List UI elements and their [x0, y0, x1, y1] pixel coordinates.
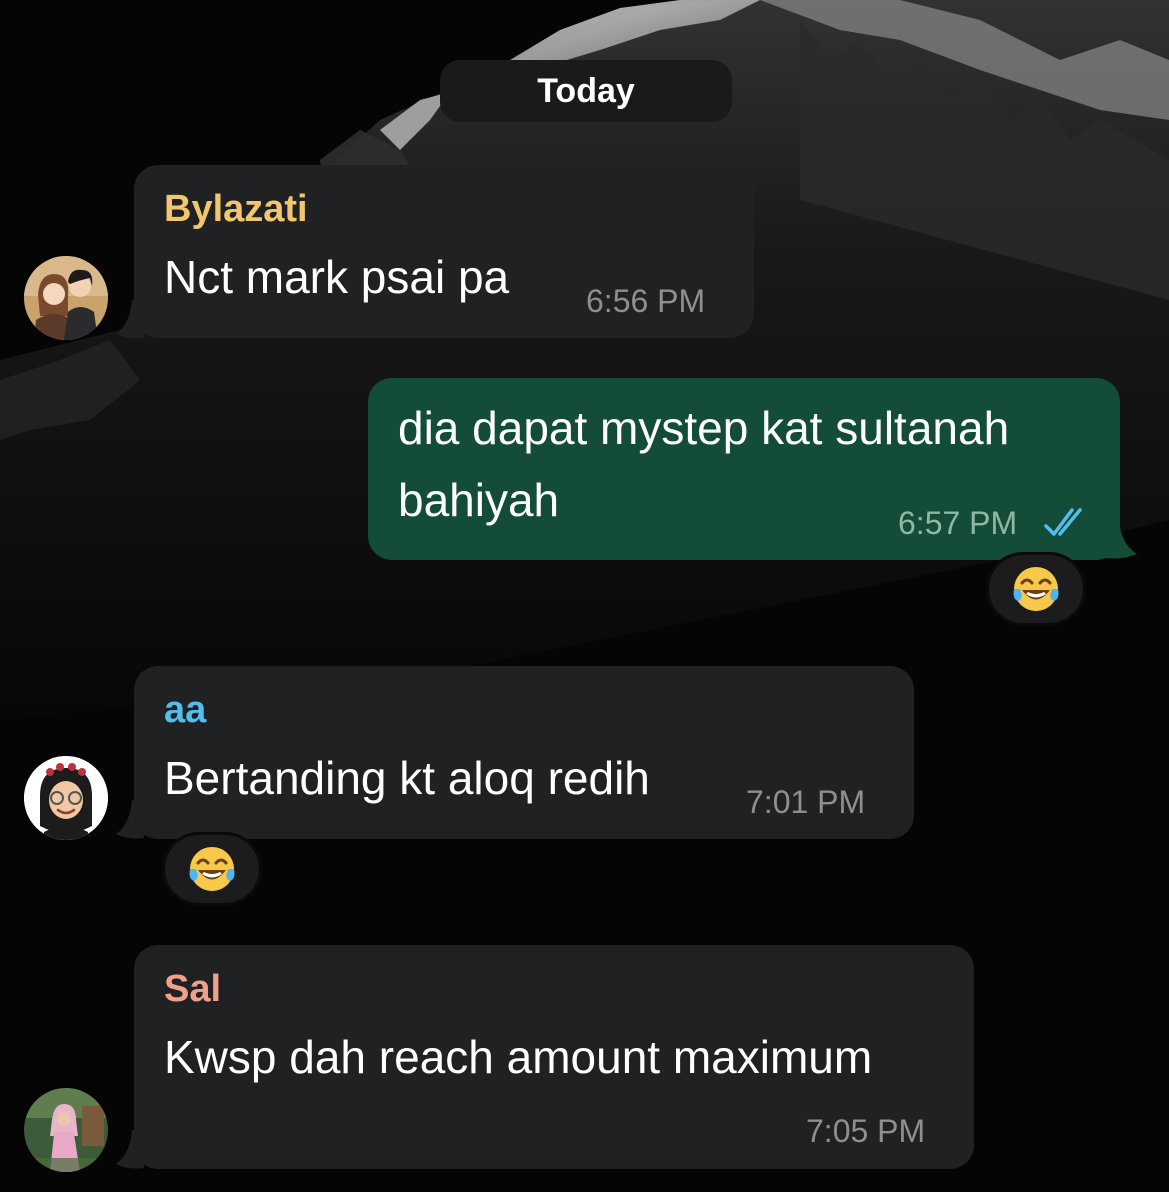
profile-photo-couple-illustration-icon [24, 256, 108, 340]
sender-name[interactable]: Sal [164, 967, 221, 1011]
message-bubble-incoming[interactable]: Bylazati Nct mark psai pa 6:56 PM [134, 165, 754, 338]
message-time: 7:01 PM [746, 784, 866, 820]
message-text-line-1: dia dapat mystep kat sultanah [398, 402, 1010, 454]
profile-photo-person-icon [24, 1088, 108, 1172]
message-time: 6:57 PM [898, 505, 1018, 541]
profile-memoji-glasses-icon [24, 756, 108, 840]
message-bubble-incoming[interactable]: Sal Kwsp dah reach amount maximum 7:05 P… [134, 945, 974, 1169]
double-check-read-icon [1044, 508, 1082, 536]
message-text: Bertanding kt aloq redih [164, 752, 650, 804]
message-text: Kwsp dah reach amount maximum [164, 1031, 873, 1083]
reaction-badge[interactable] [986, 552, 1086, 626]
face-with-tears-of-joy-icon [189, 847, 235, 891]
face-with-tears-of-joy-icon [1013, 567, 1059, 611]
reaction-badge[interactable] [162, 832, 262, 906]
date-separator: Today [440, 60, 732, 122]
sender-name[interactable]: Bylazati [164, 187, 308, 231]
message-text: Nct mark psai pa [164, 251, 510, 303]
avatar-aa[interactable] [24, 756, 108, 840]
message-time: 7:05 PM [806, 1113, 926, 1149]
message-time: 6:56 PM [586, 283, 706, 319]
chat-screen: Today Bylazati Nct mark psai pa 6:56 PM … [0, 0, 1169, 1192]
message-bubble-outgoing[interactable]: dia dapat mystep kat sultanah bahiyah 6:… [368, 378, 1120, 560]
sender-name[interactable]: aa [164, 688, 206, 732]
avatar-bylazati[interactable] [24, 256, 108, 340]
avatar-sal[interactable] [24, 1088, 108, 1172]
message-bubble-incoming[interactable]: aa Bertanding kt aloq redih 7:01 PM [134, 666, 914, 839]
message-text-line-2: bahiyah [398, 474, 560, 526]
